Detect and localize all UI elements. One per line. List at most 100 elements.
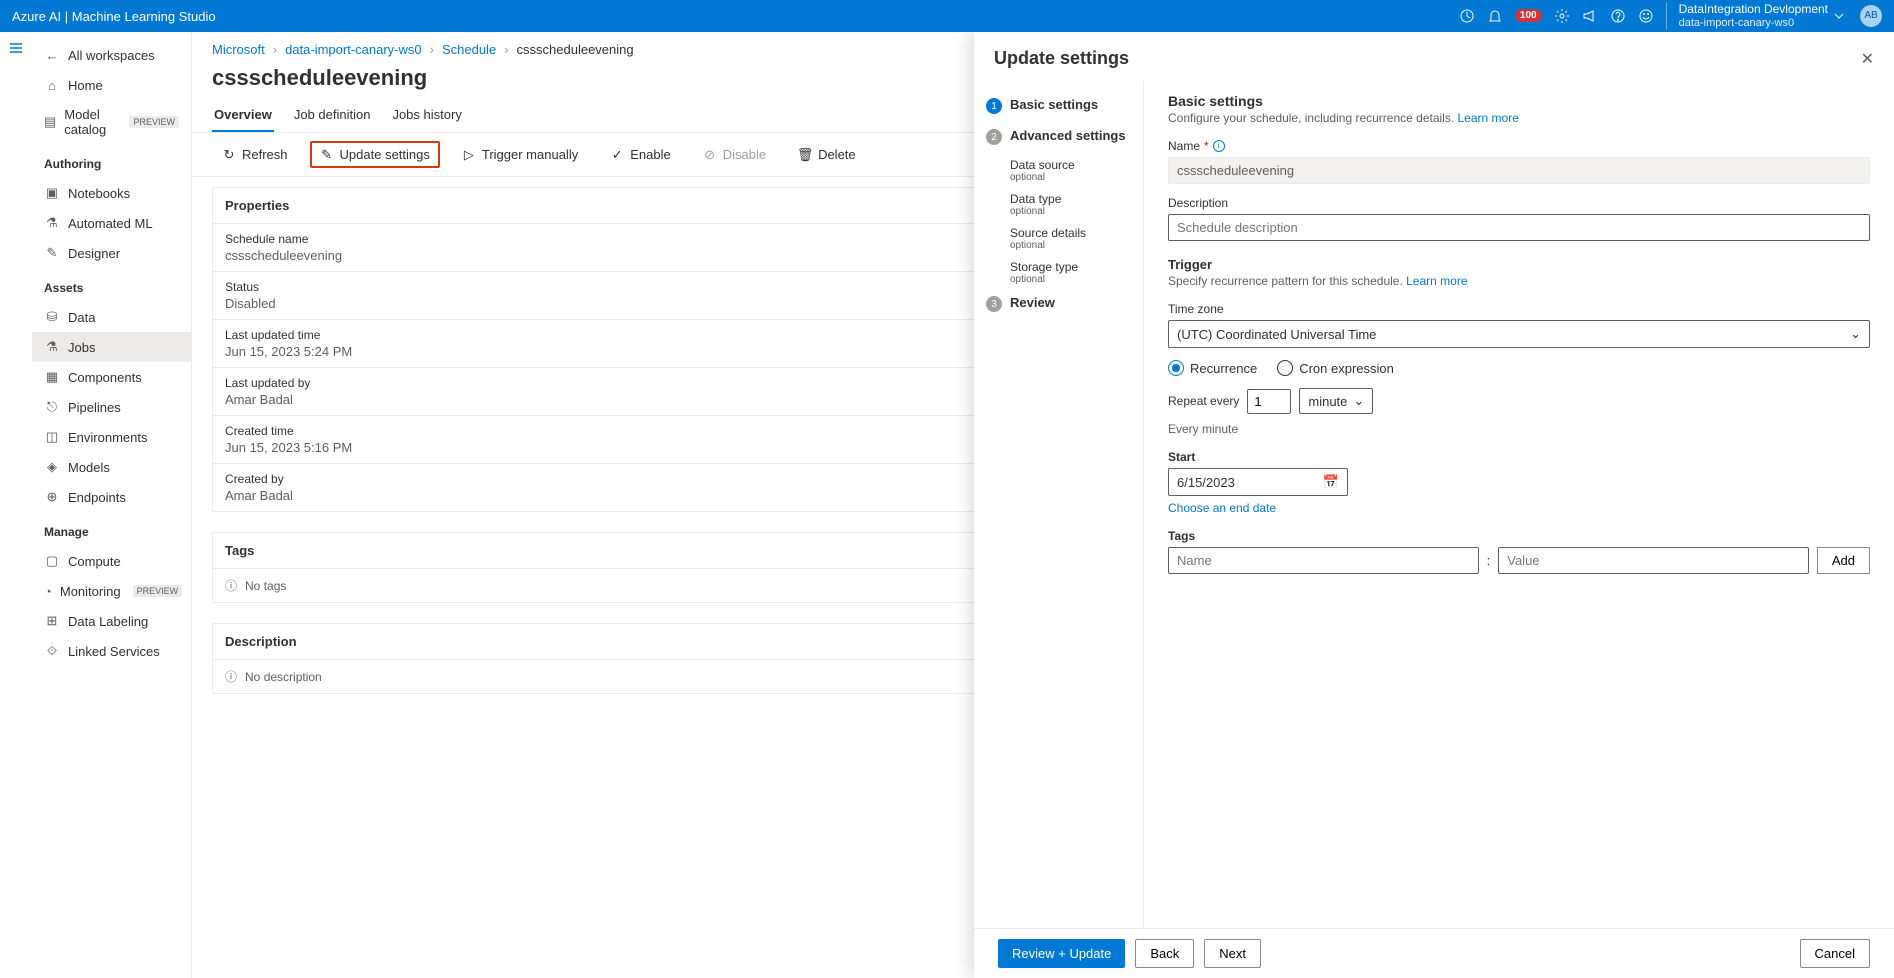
wiz-step-review[interactable]: 3 Review (982, 291, 1135, 316)
nav-pipelines[interactable]: ⎋Pipelines (32, 392, 191, 422)
nav-components[interactable]: ▦Components (32, 362, 191, 392)
nav-monitoring[interactable]: ◔MonitoringPREVIEW (32, 576, 191, 606)
repeat-summary: Every minute (1168, 422, 1870, 436)
nav-notebooks[interactable]: ▣Notebooks (32, 178, 191, 208)
label-icon: ⊞ (44, 613, 60, 629)
cancel-button[interactable]: Cancel (1800, 939, 1870, 968)
check-icon: ✓ (610, 148, 624, 162)
nav-home[interactable]: ⌂ Home (32, 70, 191, 100)
name-field[interactable] (1168, 157, 1870, 184)
info-icon[interactable]: i (1213, 140, 1225, 152)
callout-highlight: ✎Update settings (310, 141, 440, 168)
step-number: 3 (986, 296, 1002, 312)
repeat-unit-select[interactable]: minute⌄ (1299, 388, 1373, 414)
wizard-nav: 1 Basic settings 2 Advanced settings Dat… (974, 81, 1144, 928)
refresh-button[interactable]: ↻Refresh (212, 141, 298, 168)
nav-data[interactable]: ⛁Data (32, 302, 191, 332)
data-icon: ⛁ (44, 309, 60, 325)
review-update-button[interactable]: Review + Update (998, 939, 1125, 968)
wiz-sub-storage-type[interactable]: Storage type (982, 257, 1135, 274)
nav-compute[interactable]: ▢Compute (32, 546, 191, 576)
tab-job-definition[interactable]: Job definition (292, 99, 373, 132)
tenant-name: DataIntegration Devlopment (1679, 2, 1828, 16)
tag-name-input[interactable] (1168, 547, 1479, 574)
next-button[interactable]: Next (1204, 939, 1261, 968)
wiz-step-advanced[interactable]: 2 Advanced settings (982, 124, 1135, 149)
enable-button[interactable]: ✓Enable (600, 141, 680, 168)
wiz-sub-source-details[interactable]: Source details (982, 223, 1135, 240)
disable-button: ⊘Disable (693, 141, 776, 168)
nav-data-labeling[interactable]: ⊞Data Labeling (32, 606, 191, 636)
megaphone-icon[interactable] (1582, 8, 1598, 24)
hamburger-column (0, 32, 32, 978)
repeat-count-input[interactable] (1247, 389, 1291, 414)
radio-recurrence[interactable]: Recurrence (1168, 360, 1257, 376)
nav-header-manage: Manage (32, 518, 191, 546)
env-icon: ◫ (44, 429, 60, 445)
start-label: Start (1168, 450, 1870, 464)
arrow-left-icon: ← (44, 47, 60, 63)
gear-icon[interactable] (1554, 8, 1570, 24)
trigger-button[interactable]: ▷Trigger manually (452, 141, 588, 168)
clock-icon[interactable] (1459, 8, 1475, 24)
learn-more-link[interactable]: Learn more (1406, 274, 1467, 288)
avatar[interactable]: AB (1860, 5, 1882, 27)
help-icon[interactable] (1610, 8, 1626, 24)
panel-title: Update settings (994, 48, 1129, 69)
nav-linked-services[interactable]: ⟐Linked Services (32, 636, 191, 666)
workspace-name: data-import-canary-ws0 (1679, 17, 1828, 30)
delete-button[interactable]: 🗑Delete (788, 141, 866, 168)
step-number: 1 (986, 98, 1002, 114)
refresh-icon: ↻ (222, 148, 236, 162)
notification-badge[interactable]: 100 (1515, 9, 1542, 22)
tab-overview[interactable]: Overview (212, 99, 274, 132)
nav-model-catalog[interactable]: ▤ Model catalog PREVIEW (32, 100, 191, 144)
cancel-icon: ⊘ (703, 148, 717, 162)
breadcrumb-item[interactable]: data-import-canary-ws0 (285, 42, 422, 57)
smile-icon[interactable] (1638, 8, 1654, 24)
panel-form: Basic settings Configure your schedule, … (1144, 81, 1894, 928)
nav-jobs[interactable]: ⚗Jobs (32, 332, 191, 362)
tenant-switcher[interactable]: DataIntegration Devlopment data-import-c… (1666, 2, 1844, 30)
add-tag-button[interactable]: Add (1817, 547, 1870, 574)
start-date-input[interactable]: 6/15/2023 📅 (1168, 468, 1348, 496)
components-icon: ▦ (44, 369, 60, 385)
nav-all-workspaces[interactable]: ← All workspaces (32, 40, 191, 70)
notebook-icon: ▣ (44, 185, 60, 201)
nav-designer[interactable]: ✎Designer (32, 238, 191, 268)
update-settings-button[interactable]: ✎Update settings (320, 146, 430, 163)
learn-more-link[interactable]: Learn more (1458, 111, 1519, 125)
trigger-type-radio-group: Recurrence Cron expression (1168, 360, 1870, 376)
breadcrumb-item[interactable]: Microsoft (212, 42, 265, 57)
chevron-down-icon (1834, 11, 1844, 21)
radio-circle (1168, 360, 1184, 376)
tag-value-input[interactable] (1498, 547, 1809, 574)
back-button[interactable]: Back (1135, 939, 1194, 968)
hamburger-icon[interactable] (8, 40, 24, 56)
info-icon: ⓘ (225, 577, 237, 594)
catalog-icon: ▤ (44, 114, 56, 130)
trigger-desc: Specify recurrence pattern for this sche… (1168, 274, 1870, 288)
nav-endpoints[interactable]: ⊕Endpoints (32, 482, 191, 512)
wiz-step-basic[interactable]: 1 Basic settings (982, 93, 1135, 118)
nav-automated-ml[interactable]: ⚗Automated ML (32, 208, 191, 238)
name-label: Name*i (1168, 139, 1870, 153)
choose-end-date-link[interactable]: Choose an end date (1168, 501, 1276, 515)
nav-environments[interactable]: ◫Environments (32, 422, 191, 452)
repeat-label: Repeat every (1168, 394, 1239, 408)
radio-cron[interactable]: Cron expression (1277, 360, 1394, 376)
bell-icon[interactable] (1487, 8, 1503, 24)
home-icon: ⌂ (44, 77, 60, 93)
timezone-select[interactable]: (UTC) Coordinated Universal Time ⌄ (1168, 320, 1870, 348)
wiz-sub-data-source[interactable]: Data source (982, 155, 1135, 172)
play-icon: ▷ (462, 148, 476, 162)
nav-models[interactable]: ◈Models (32, 452, 191, 482)
edit-icon: ✎ (320, 148, 334, 162)
left-nav: ← All workspaces ⌂ Home ▤ Model catalog … (32, 32, 192, 978)
tab-jobs-history[interactable]: Jobs history (390, 99, 463, 132)
close-icon[interactable]: ✕ (1861, 49, 1874, 69)
wiz-sub-data-type[interactable]: Data type (982, 189, 1135, 206)
radio-circle (1277, 360, 1293, 376)
breadcrumb-item[interactable]: Schedule (442, 42, 496, 57)
description-field[interactable] (1168, 214, 1870, 241)
